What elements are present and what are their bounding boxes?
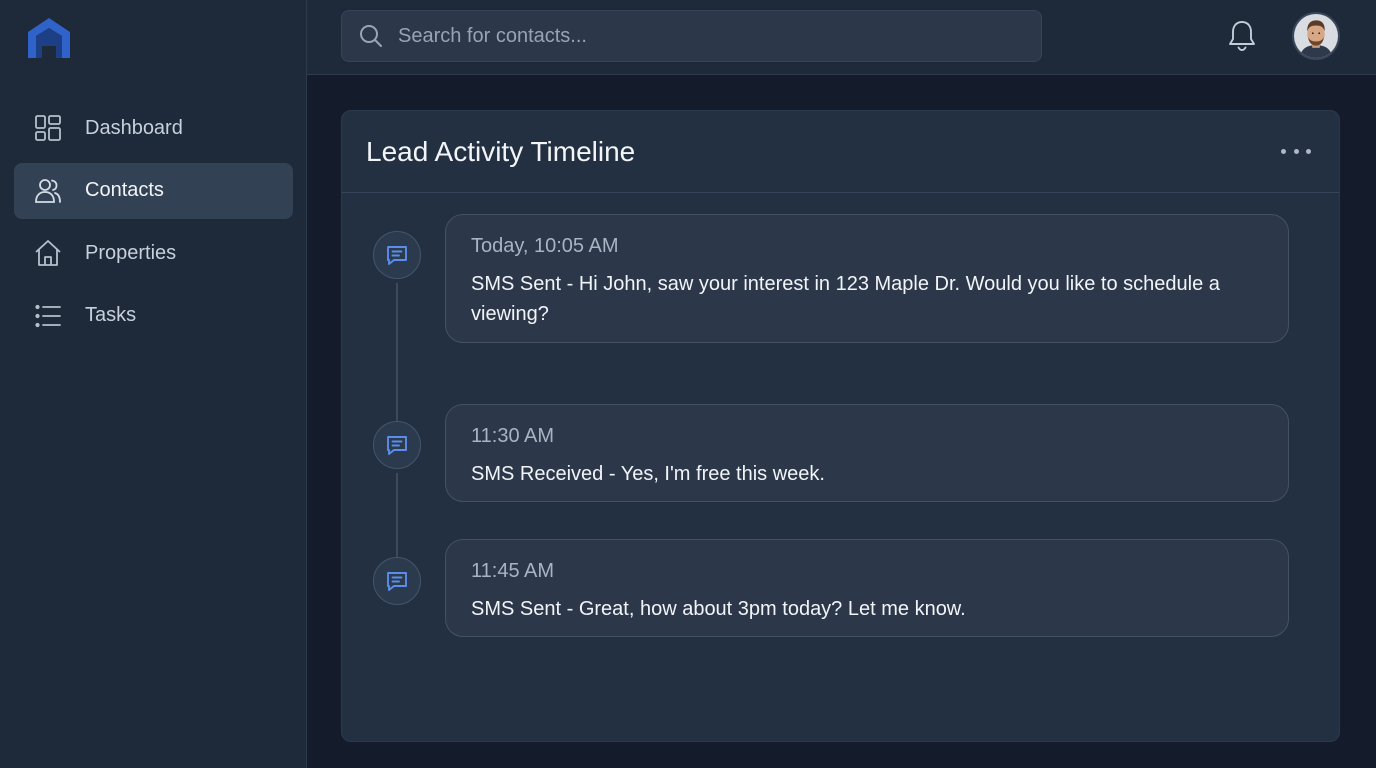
activity-timeline: Today, 10:05 AM SMS Sent - Hi John, saw …: [342, 193, 1339, 743]
lead-activity-card: Lead Activity Timeline Today, 10:05 AM S…: [341, 110, 1340, 742]
event-message: SMS Sent - Hi John, saw your interest in…: [471, 273, 1220, 325]
timeline-event[interactable]: 11:30 AM SMS Received - Yes, I'm free th…: [445, 404, 1289, 502]
home-icon: [32, 237, 64, 269]
users-icon: [32, 175, 64, 207]
top-bar: [307, 0, 1376, 75]
sidebar-item-dashboard[interactable]: Dashboard: [14, 100, 293, 156]
event-timestamp: 11:45 AM: [471, 560, 555, 582]
search-icon: [360, 25, 382, 47]
message-icon: [373, 421, 421, 469]
event-message: SMS Received - Yes, I'm free this week.: [471, 463, 825, 485]
search-input[interactable]: [398, 24, 998, 48]
sidebar-item-properties[interactable]: Properties: [14, 225, 293, 281]
timeline-connector: [396, 473, 398, 559]
message-icon: [373, 557, 421, 605]
sidebar-item-label: Tasks: [85, 304, 137, 326]
dashboard-grid-icon: [32, 112, 64, 144]
sidebar-item-label: Contacts: [85, 179, 164, 201]
more-horizontal-icon[interactable]: [1281, 141, 1311, 161]
timeline-event[interactable]: 11:45 AM SMS Sent - Great, how about 3pm…: [445, 539, 1289, 637]
sidebar-item-label: Dashboard: [85, 116, 183, 139]
user-avatar[interactable]: [1292, 12, 1340, 60]
card-header: Lead Activity Timeline: [342, 111, 1339, 193]
house-logo-icon[interactable]: [26, 16, 72, 60]
sidebar: Dashboard Contacts Properties Tasks: [0, 0, 307, 768]
event-timestamp: Today, 10:05 AM: [471, 235, 619, 257]
list-icon: [32, 300, 64, 332]
sidebar-item-label: Properties: [85, 241, 177, 264]
sidebar-nav: Dashboard Contacts Properties Tasks: [14, 100, 293, 350]
sidebar-item-contacts[interactable]: Contacts: [14, 162, 293, 219]
search-box[interactable]: [341, 10, 1042, 62]
main-content: Lead Activity Timeline Today,: [307, 0, 1376, 768]
message-icon: [373, 231, 421, 279]
event-timestamp: 11:30 AM: [471, 425, 555, 447]
timeline-event[interactable]: Today, 10:05 AM SMS Sent - Hi John, saw …: [445, 214, 1289, 343]
app-window: Dashboard Contacts Properties Tasks Sear…: [0, 0, 1376, 768]
sidebar-item-tasks[interactable]: Tasks: [14, 288, 293, 344]
card-title: Lead Activity Timeline: [366, 136, 636, 167]
bell-icon[interactable]: [1225, 18, 1259, 54]
timeline-connector: [396, 283, 398, 423]
event-message: SMS Sent - Great, how about 3pm today? L…: [471, 598, 966, 620]
